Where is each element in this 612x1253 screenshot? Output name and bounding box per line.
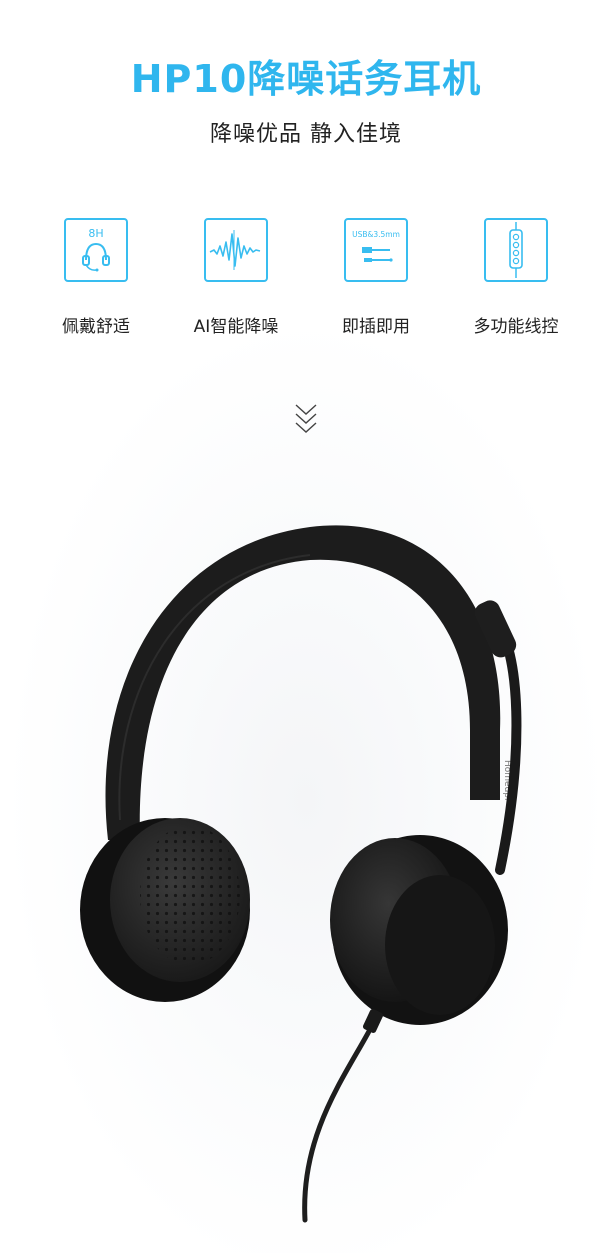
headset-8h-icon: 8H [64, 218, 128, 282]
soundwave-icon [204, 218, 268, 282]
feature-label: AI智能降噪 [193, 317, 279, 337]
cable [302, 1017, 378, 1223]
feature-list: 8H 佩戴舒适 AI智能降噪 USB&3.5mm 即插即用 多功能线控 [0, 218, 612, 348]
inline-remote-icon [484, 218, 548, 282]
usb-jack-icon: USB&3.5mm [344, 218, 408, 282]
feature-inline-control: 多功能线控 [446, 218, 586, 337]
feature-comfort: 8H 佩戴舒适 [26, 218, 166, 337]
headset-product-image: Homedpi [80, 525, 522, 1223]
page-subtitle: 降噪优品 静入佳境 [210, 122, 402, 147]
page-title: HP10降噪话务耳机 [130, 57, 482, 101]
headband [105, 525, 501, 840]
feature-ai-noise-cancel: AI智能降噪 [166, 218, 306, 337]
double-chevron-down-icon[interactable] [294, 403, 318, 437]
icon-usb-text: USB&3.5mm [352, 230, 400, 239]
feature-plug-and-play: USB&3.5mm 即插即用 [306, 218, 446, 337]
feature-label: 多功能线控 [473, 317, 559, 337]
feature-label: 即插即用 [342, 317, 410, 337]
feature-label: 佩戴舒适 [62, 317, 130, 337]
icon-8h-text: 8H [88, 227, 103, 240]
